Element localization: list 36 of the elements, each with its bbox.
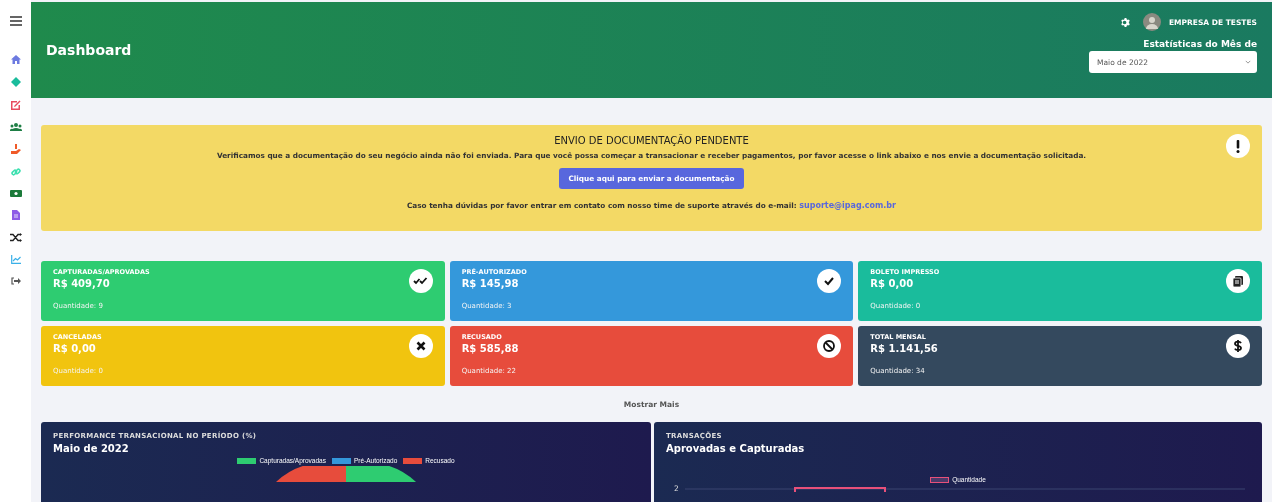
alert-title: ENVIO DE DOCUMENTAÇÃO PENDENTE: [554, 135, 749, 146]
card-amount: R$ 145,98: [461, 278, 520, 289]
ban-icon: [817, 334, 842, 358]
hand-icon[interactable]: [10, 144, 21, 154]
legend-swatch[interactable]: [403, 458, 423, 464]
legend-swatch[interactable]: [237, 458, 257, 464]
shuffle-icon[interactable]: [9, 233, 22, 242]
dollar-icon: [1226, 334, 1250, 358]
avatar[interactable]: [1142, 13, 1161, 31]
edit-icon[interactable]: [10, 100, 21, 110]
logout-icon[interactable]: [10, 277, 21, 285]
card-amount: R$ 585,88: [461, 343, 519, 354]
menu-icon[interactable]: [9, 16, 22, 26]
check-icon: [817, 269, 842, 293]
home-icon[interactable]: [10, 55, 21, 64]
card-amount: R$ 0,00: [870, 278, 915, 289]
file-icon[interactable]: [11, 210, 20, 220]
panel-title: Aprovadas e Capturadas: [666, 443, 806, 454]
receipt-icon: [1226, 269, 1250, 293]
double-check-icon: [408, 269, 433, 293]
stats-label: Estatísticas do Mês de: [1143, 39, 1257, 49]
legend-swatch[interactable]: [930, 476, 950, 483]
exclamation-icon: [1226, 134, 1250, 158]
card-amount: R$ 0,00: [53, 343, 97, 354]
page-title: Dashboard: [46, 42, 132, 60]
legend-swatch[interactable]: [331, 458, 351, 464]
line-chart-icon[interactable]: [10, 255, 21, 264]
banknote-icon[interactable]: [9, 190, 22, 197]
card-amount: R$ 409,70: [53, 278, 111, 289]
settings-icon[interactable]: [1119, 16, 1131, 28]
panel-title: Maio de 2022: [53, 443, 130, 454]
close-icon: [408, 334, 433, 358]
chevron-down-icon: [1245, 60, 1251, 64]
users-icon[interactable]: [9, 123, 22, 131]
card-amount: R$ 1.141,56: [870, 343, 938, 354]
diamond-icon[interactable]: [10, 77, 21, 87]
